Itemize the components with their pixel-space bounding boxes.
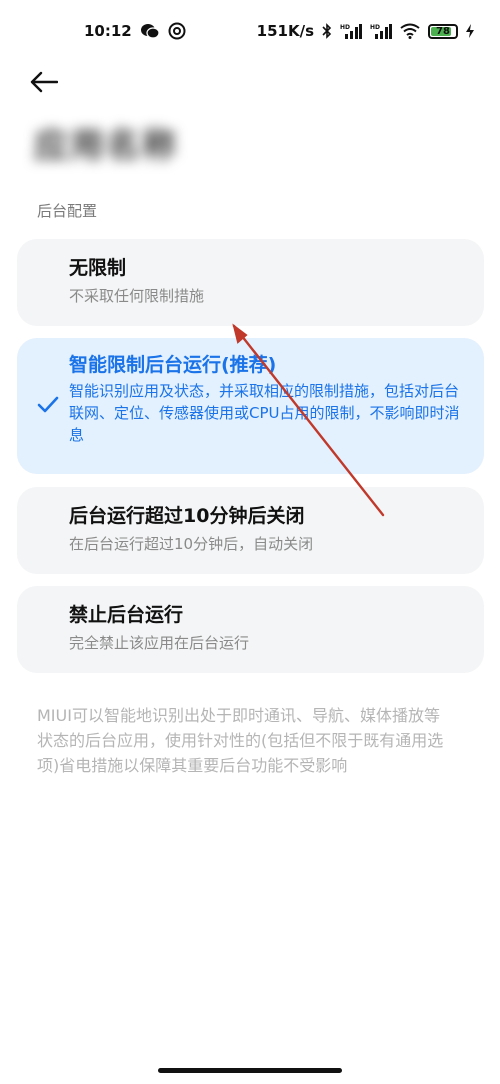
option-title: 后台运行超过10分钟后关闭 xyxy=(69,505,305,527)
wechat-icon xyxy=(140,23,160,39)
at-icon xyxy=(168,22,186,40)
section-label: 后台配置 xyxy=(37,202,98,220)
bluetooth-icon xyxy=(322,23,332,39)
wifi-icon xyxy=(400,23,420,39)
option-title: 智能限制后台运行(推荐) xyxy=(69,354,277,376)
status-bar: 10:12 151K/s HD HD 78 xyxy=(0,0,500,62)
battery-level: 78 xyxy=(436,25,450,37)
option-no-restriction[interactable]: 无限制 不采取任何限制措施 xyxy=(17,239,484,326)
option-desc: 不采取任何限制措施 xyxy=(69,287,205,305)
signal-1-tag: HD xyxy=(340,24,350,31)
check-icon xyxy=(37,396,59,413)
status-left: 10:12 xyxy=(84,22,186,40)
signal-icon-2: HD xyxy=(370,23,392,39)
option-title: 无限制 xyxy=(69,257,127,279)
back-arrow-icon xyxy=(30,71,58,93)
charging-icon xyxy=(466,24,474,38)
status-right: 151K/s HD HD 78 xyxy=(257,22,474,40)
option-close-after-10-min[interactable]: 后台运行超过10分钟后关闭 在后台运行超过10分钟后，自动关闭 xyxy=(17,487,484,574)
option-smart-restriction[interactable]: 智能限制后台运行(推荐) 智能识别应用及状态，并采取相应的限制措施，包括对后台联… xyxy=(17,338,484,474)
page-title: 应用名称 xyxy=(34,126,178,166)
option-desc: 在后台运行超过10分钟后，自动关闭 xyxy=(69,535,314,553)
home-indicator[interactable] xyxy=(158,1068,342,1073)
signal-icon: HD xyxy=(340,23,362,39)
clock: 10:12 xyxy=(84,22,132,40)
signal-2-tag: HD xyxy=(370,24,380,31)
option-desc: 智能识别应用及状态，并采取相应的限制措施，包括对后台联网、定位、传感器使用或CP… xyxy=(69,382,460,444)
footer-note: MIUI可以智能地识别出处于即时通讯、导航、媒体播放等状态的后台应用，使用针对性… xyxy=(37,706,444,775)
option-desc: 完全禁止该应用在后台运行 xyxy=(69,634,250,652)
net-speed: 151K/s xyxy=(256,22,314,40)
option-disable-background[interactable]: 禁止后台运行 完全禁止该应用在后台运行 xyxy=(17,586,484,673)
battery-icon: 78 xyxy=(428,23,458,39)
option-title: 禁止后台运行 xyxy=(69,604,184,626)
back-button[interactable] xyxy=(30,62,80,102)
